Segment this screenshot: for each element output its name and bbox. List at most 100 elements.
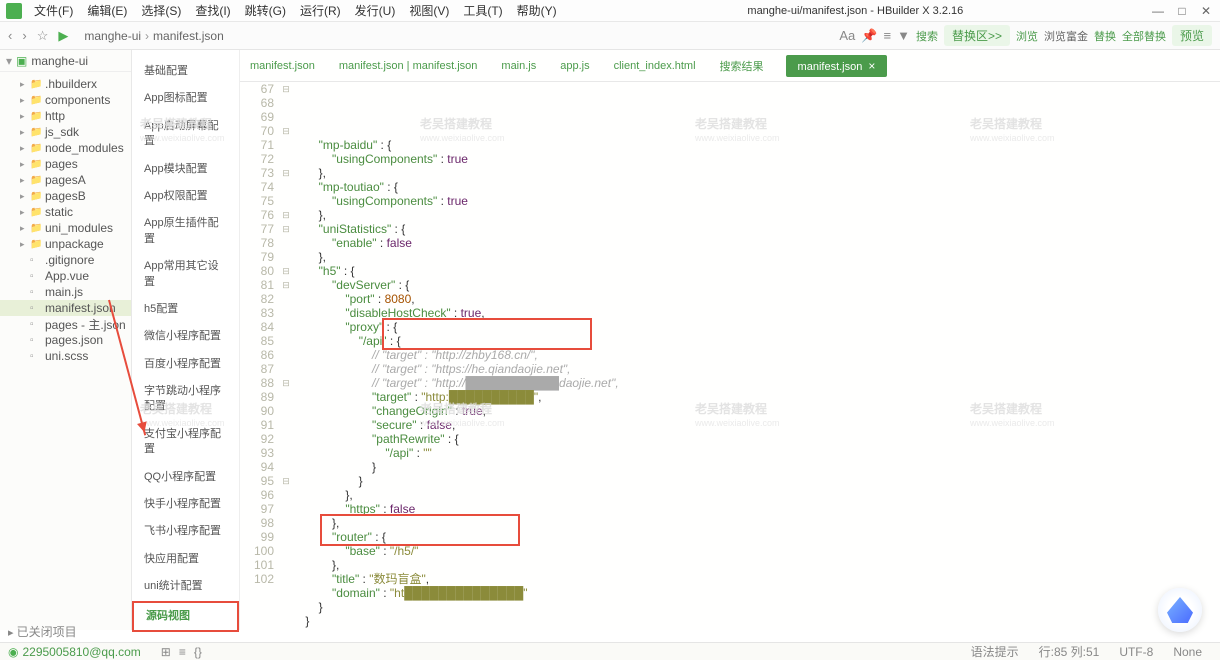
terminal-icon[interactable]: ⊞ [161, 645, 171, 659]
project-name: manghe-ui [31, 54, 88, 68]
tree-folder[interactable]: ▸📁http [0, 108, 131, 124]
config-item[interactable]: 字节跳动小程序配置 [132, 378, 239, 421]
project-sidebar: ▾ ▣ manghe-ui ▸📁.hbuilderx▸📁components▸📁… [0, 50, 132, 630]
config-item[interactable]: App图标配置 [132, 85, 239, 112]
menu-item[interactable]: 选择(S) [135, 0, 187, 21]
menu-bar: 文件(F)编辑(E)选择(S)查找(I)跳转(G)运行(R)发行(U)视图(V)… [28, 0, 563, 21]
browse-sel[interactable]: 浏览富金 [1044, 28, 1088, 44]
status-cursor: 行:85 列:51 [1039, 643, 1100, 660]
preview-button[interactable]: 预览 [1172, 25, 1212, 46]
config-item[interactable]: 源码视图 [132, 601, 239, 632]
pin-icon[interactable]: 📌 [861, 28, 877, 44]
editor-tab[interactable]: 搜索结果 [718, 54, 766, 78]
maximize-button[interactable]: □ [1172, 4, 1192, 18]
menu-item[interactable]: 发行(U) [349, 0, 402, 21]
case-icon[interactable]: Aa [839, 28, 855, 43]
tree-file[interactable]: ▫pages - 主.json [0, 316, 131, 332]
config-item[interactable]: 基础配置 [132, 58, 239, 85]
crumb-project[interactable]: manghe-ui [84, 29, 141, 43]
menu-item[interactable]: 跳转(G) [239, 0, 292, 21]
funnel-icon[interactable]: ▼ [897, 28, 910, 43]
config-item[interactable]: App权限配置 [132, 183, 239, 210]
title-bar: 文件(F)编辑(E)选择(S)查找(I)跳转(G)运行(R)发行(U)视图(V)… [0, 0, 1220, 22]
toolbar-right: Aa 📌 ≡ ▼ 搜索 替换区>> 浏览 浏览富金 替换 全部替换 预览 [839, 25, 1212, 46]
list-icon[interactable]: ≡ [179, 645, 186, 659]
menu-item[interactable]: 查找(I) [189, 0, 236, 21]
config-item[interactable]: App常用其它设置 [132, 253, 239, 296]
star-icon[interactable]: ☆ [37, 28, 49, 44]
search-button[interactable]: 搜索 [916, 28, 938, 44]
area-button[interactable]: 替换区>> [944, 25, 1010, 46]
config-item[interactable]: 飞书小程序配置 [132, 518, 239, 545]
replace-button[interactable]: 替换 [1094, 28, 1116, 44]
menu-item[interactable]: 工具(T) [457, 0, 508, 21]
code-source[interactable]: "mp-baidu" : { "usingComponents" : true … [292, 82, 1220, 630]
config-item[interactable]: 快应用配置 [132, 546, 239, 573]
code-editor[interactable]: 6768697071727374757677787980818283848586… [240, 82, 1220, 630]
menu-item[interactable]: 运行(R) [294, 0, 347, 21]
browse-button[interactable]: 浏览 [1016, 28, 1038, 44]
tree-folder[interactable]: ▸📁pages [0, 156, 131, 172]
editor-tab[interactable]: main.js [499, 56, 538, 76]
tree-file[interactable]: ▫.gitignore [0, 252, 131, 268]
status-bar: ◉ 2295005810@qq.com ⊞ ≡ {} 语法提示 行:85 列:5… [0, 642, 1220, 660]
app-logo [6, 3, 22, 19]
tree-folder[interactable]: ▸📁.hbuilderx [0, 76, 131, 92]
menu-item[interactable]: 文件(F) [28, 0, 79, 21]
fold-gutter: ⊟⊟⊟⊟⊟⊟⊟⊟⊟ [280, 82, 292, 630]
close-button[interactable]: ✕ [1196, 4, 1216, 18]
forward-icon[interactable]: › [22, 28, 26, 43]
tree-folder[interactable]: ▸📁unpackage [0, 236, 131, 252]
window-buttons: — □ ✕ [1148, 4, 1216, 18]
all-replace-button[interactable]: 全部替换 [1122, 28, 1166, 44]
config-item[interactable]: 百度小程序配置 [132, 351, 239, 378]
editor-tab[interactable]: manifest.json | manifest.json [337, 56, 480, 76]
config-item[interactable]: uni统计配置 [132, 573, 239, 600]
config-item[interactable]: 快手小程序配置 [132, 491, 239, 518]
tree-folder[interactable]: ▸📁uni_modules [0, 220, 131, 236]
editor-tab[interactable]: client_index.html [612, 56, 698, 76]
tree-folder[interactable]: ▸📁js_sdk [0, 124, 131, 140]
file-tree: ▸📁.hbuilderx▸📁components▸📁http▸📁js_sdk▸📁… [0, 72, 131, 368]
menu-item[interactable]: 帮助(Y) [511, 0, 563, 21]
closed-projects[interactable]: ▸ 已关闭项目 [8, 623, 77, 630]
project-root[interactable]: ▾ ▣ manghe-ui [0, 50, 131, 72]
bracket-icon[interactable]: {} [194, 645, 202, 659]
status-tab[interactable]: None [1173, 645, 1202, 659]
run-icon[interactable]: ▶ [58, 28, 68, 44]
config-item[interactable]: 支付宝小程序配置 [132, 421, 239, 464]
minimize-button[interactable]: — [1148, 4, 1168, 18]
tree-folder[interactable]: ▸📁pagesB [0, 188, 131, 204]
config-item[interactable]: h5配置 [132, 296, 239, 323]
config-panel: 基础配置App图标配置App启动屏幕配置App模块配置App权限配置App原生插… [132, 50, 240, 630]
toolbar: ‹ › ☆ ▶ manghe-ui›manifest.json Aa 📌 ≡ ▼… [0, 22, 1220, 50]
status-encoding[interactable]: UTF-8 [1119, 645, 1153, 659]
tree-file[interactable]: ▫pages.json [0, 332, 131, 348]
editor-tab[interactable]: manifest.json [248, 56, 317, 76]
config-item[interactable]: App启动屏幕配置 [132, 113, 239, 156]
editor-tab[interactable]: manifest.json× [786, 55, 888, 77]
config-item[interactable]: App原生插件配置 [132, 210, 239, 253]
config-item[interactable]: App模块配置 [132, 156, 239, 183]
editor-tab[interactable]: app.js [558, 56, 591, 76]
assistant-fab[interactable] [1158, 588, 1202, 632]
config-item[interactable]: 微信小程序配置 [132, 323, 239, 350]
menu-item[interactable]: 编辑(E) [81, 0, 133, 21]
account-email[interactable]: 2295005810@qq.com [22, 645, 140, 659]
tree-folder[interactable]: ▸📁static [0, 204, 131, 220]
tree-file[interactable]: ▫uni.scss [0, 348, 131, 364]
crumb-file[interactable]: manifest.json [153, 29, 224, 43]
status-syntax[interactable]: 语法提示 [971, 643, 1019, 660]
tree-folder[interactable]: ▸📁pagesA [0, 172, 131, 188]
tree-folder[interactable]: ▸📁node_modules [0, 140, 131, 156]
menu-item[interactable]: 视图(V) [403, 0, 455, 21]
back-icon[interactable]: ‹ [8, 28, 12, 43]
filter-icon[interactable]: ≡ [883, 28, 891, 43]
config-item[interactable]: QQ小程序配置 [132, 464, 239, 491]
tree-folder[interactable]: ▸📁components [0, 92, 131, 108]
breadcrumb: manghe-ui›manifest.json [84, 29, 223, 43]
tree-file[interactable]: ▫App.vue [0, 268, 131, 284]
tree-file[interactable]: ▫main.js [0, 284, 131, 300]
editor-area: manifest.json manifest.json | manifest.js… [240, 50, 1220, 630]
tree-file[interactable]: ▫manifest.json [0, 300, 131, 316]
